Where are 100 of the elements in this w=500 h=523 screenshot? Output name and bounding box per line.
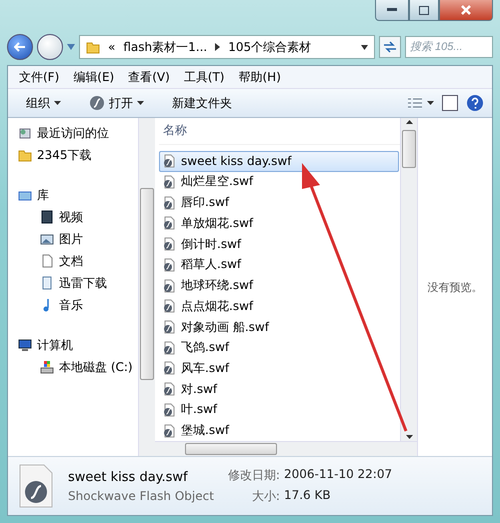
file-row[interactable]: 堡城.swf	[159, 420, 399, 441]
nav-item[interactable]: 2345下载	[14, 144, 138, 166]
nav-item[interactable]: 最近访问的位	[14, 122, 138, 144]
help-icon[interactable]	[466, 94, 484, 112]
menu-item[interactable]: 文件(F)	[16, 68, 62, 86]
scrollbar[interactable]	[155, 441, 417, 456]
nav-label: 最近访问的位	[37, 124, 109, 142]
scrollbar[interactable]	[138, 118, 155, 456]
file-name: 灿烂星空.swf	[181, 173, 254, 190]
minimize-icon	[387, 8, 397, 12]
close-button[interactable]	[439, 0, 493, 21]
forward-button[interactable]	[37, 34, 63, 60]
toolbar-button[interactable]: 新建文件夹	[162, 92, 242, 114]
file-row[interactable]: 单放烟花.swf	[159, 213, 399, 234]
field-label: 修改日期:	[228, 467, 280, 484]
nav-item[interactable]: 视频	[14, 206, 138, 228]
nav-item[interactable]: 计算机	[14, 334, 138, 356]
file-name: sweet kiss day.swf	[68, 470, 189, 484]
file-row[interactable]: 叶.swf	[159, 400, 399, 420]
nav-label: 视频	[59, 208, 83, 226]
picture-icon	[40, 232, 54, 246]
chevron-right-icon	[215, 43, 220, 51]
file-name: 对.swf	[181, 380, 218, 398]
breadcrumb[interactable]: 105个综合素材	[228, 38, 312, 56]
flash-file-icon	[162, 278, 176, 293]
address-bar[interactable]: « flash素材一1... 105个综合素材	[79, 35, 375, 59]
flash-file-icon	[162, 361, 176, 376]
download-folder-icon	[40, 276, 54, 290]
file-row[interactable]: 风车.swf	[159, 358, 399, 379]
file-row[interactable]: 灿烂星空.swf	[159, 172, 399, 192]
file-name: 倒计时.swf	[181, 236, 242, 253]
field-value: 2006-11-10 22:07	[284, 467, 392, 483]
close-icon	[461, 5, 471, 15]
dropdown-icon[interactable]	[361, 44, 368, 50]
flash-file-icon	[162, 382, 176, 396]
flash-file-icon	[162, 320, 176, 334]
file-name: 唇印.swf	[181, 194, 230, 212]
breadcrumb[interactable]: flash素材一1...	[123, 38, 208, 56]
nav-item[interactable]: 文档	[14, 250, 138, 272]
nav-item[interactable]: 库	[14, 184, 138, 206]
view-options-icon[interactable]	[408, 97, 434, 109]
preview-text: 没有预览。	[428, 280, 482, 294]
back-arrow-icon	[14, 42, 26, 52]
menu-item[interactable]: 编辑(E)	[70, 68, 118, 86]
flash-file-icon	[162, 174, 176, 189]
breadcrumb[interactable]: «	[108, 40, 116, 54]
file-row[interactable]: 地球环绕.swf	[159, 275, 399, 296]
file-row[interactable]: 飞鸽.swf	[159, 337, 399, 358]
nav-item[interactable]: 本地磁盘 (C:)	[14, 356, 138, 378]
nav-item[interactable]: 图片	[14, 228, 138, 250]
refresh-icon[interactable]	[379, 36, 401, 58]
flash-file-icon	[162, 216, 176, 230]
flash-file-icon	[162, 402, 176, 417]
toolbar-button[interactable]: 打开	[79, 92, 154, 114]
file-row[interactable]: 稻草人.swf	[159, 254, 399, 276]
scroll-thumb[interactable]	[140, 188, 154, 380]
maximize-icon	[419, 6, 429, 14]
file-name: 对象动画 船.swf	[181, 318, 269, 336]
file-name: 地球环绕.swf	[181, 277, 254, 294]
file-row[interactable]: 唇印.swf	[159, 192, 399, 214]
search-field[interactable]: 搜索 105...	[405, 36, 493, 58]
file-row[interactable]: 对.swf	[159, 378, 399, 400]
scrollbar[interactable]	[400, 118, 417, 441]
caret-icon	[137, 101, 144, 105]
scroll-down-icon[interactable]	[406, 433, 412, 441]
toolbar-button[interactable]: 组织	[16, 92, 71, 114]
minimize-button[interactable]	[375, 0, 409, 21]
flash-file-icon	[162, 340, 176, 355]
file-row[interactable]: 对象动画 船.swf	[159, 316, 399, 338]
scroll-up-icon[interactable]	[406, 118, 412, 126]
flash-icon	[89, 95, 105, 111]
flash-file-icon	[162, 299, 176, 314]
maximize-button[interactable]	[409, 0, 439, 21]
file-row[interactable]: sweet kiss day.swf	[159, 150, 399, 172]
folder-icon	[18, 148, 32, 162]
preview-pane-icon[interactable]	[442, 95, 458, 111]
flash-file-icon	[162, 258, 176, 272]
menu-item[interactable]: 工具(T)	[180, 68, 228, 86]
scroll-thumb[interactable]	[402, 130, 416, 168]
folder-icon	[86, 40, 100, 54]
field-label: 大小:	[252, 488, 280, 505]
back-button[interactable]	[7, 34, 33, 60]
file-name: sweet kiss day.swf	[181, 154, 292, 168]
flash-file-icon	[162, 237, 176, 252]
menu-item[interactable]: 帮助(H)	[236, 68, 284, 86]
menu-item[interactable]: 查看(V)	[125, 68, 173, 86]
nav-label: 计算机	[37, 336, 73, 354]
nav-label: 音乐	[59, 296, 83, 314]
file-name: 单放烟花.swf	[181, 214, 254, 232]
flash-file-icon	[162, 424, 176, 438]
file-row[interactable]: 倒计时.swf	[159, 234, 399, 254]
nav-label: 文档	[59, 252, 83, 270]
column-header[interactable]: 名称	[159, 118, 400, 145]
nav-item[interactable]: 音乐	[14, 294, 138, 316]
nav-label: 库	[37, 186, 49, 204]
flash-file-icon	[162, 154, 176, 168]
file-row[interactable]: 点点烟花.swf	[159, 296, 399, 317]
nav-item[interactable]: 迅雷下载	[14, 272, 138, 294]
flash-file-icon	[18, 464, 54, 508]
scroll-thumb[interactable]	[185, 443, 277, 455]
